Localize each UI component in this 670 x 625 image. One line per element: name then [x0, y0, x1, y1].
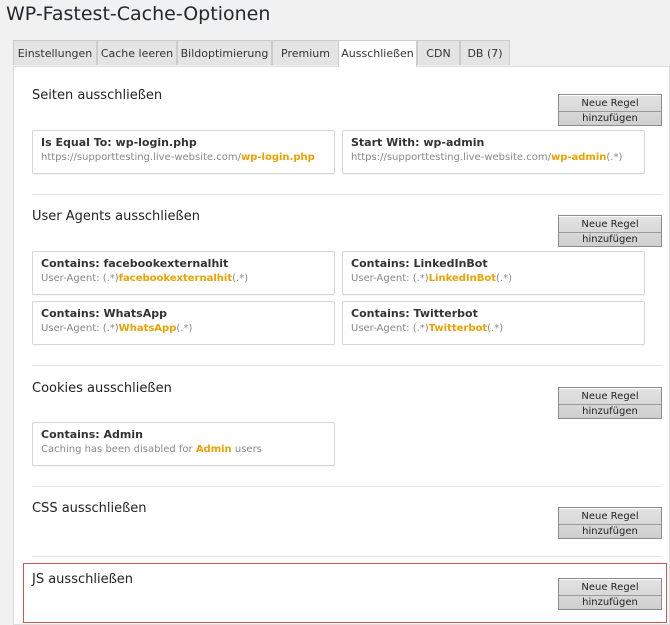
rule-detail: Caching has been disabled for Admin user… — [41, 444, 262, 455]
user-agent-rule-card[interactable]: Contains: facebookexternalhit User-Agent… — [32, 251, 335, 295]
button-label-line1: Neue Regel — [581, 219, 639, 230]
button-label-line2: hinzufügen — [559, 404, 661, 419]
button-label-line1: Neue Regel — [581, 511, 639, 522]
button-label-line1: Neue Regel — [581, 582, 639, 593]
cookie-rule-card[interactable]: Contains: Admin Caching has been disable… — [32, 422, 335, 466]
add-cookie-rule-button[interactable]: Neue Regel hinzufügen — [558, 387, 662, 419]
tab-db[interactable]: DB (7) — [460, 40, 510, 65]
rule-title: Contains: WhatsApp — [41, 307, 167, 320]
section-title-user-agents: User Agents ausschließen — [32, 209, 200, 224]
add-js-rule-button[interactable]: Neue Regel hinzufügen — [558, 578, 662, 610]
button-label-line2: hinzufügen — [559, 524, 661, 539]
button-label-line2: hinzufügen — [559, 232, 661, 247]
rule-title: Contains: Twitterbot — [351, 307, 478, 320]
tab-premium[interactable]: Premium — [272, 40, 339, 65]
page-rule-card[interactable]: Is Equal To: wp-login.php https://suppor… — [32, 130, 335, 174]
rule-title: Contains: facebookexternalhit — [41, 257, 229, 270]
section-title-js: JS ausschließen — [32, 572, 134, 587]
tab-exclude[interactable]: Ausschließen — [338, 40, 417, 67]
section-divider — [32, 556, 662, 557]
rule-detail: https://supporttesting.live-website.com/… — [351, 152, 623, 163]
tab-settings[interactable]: Einstellungen — [13, 40, 97, 65]
rule-title: Contains: LinkedInBot — [351, 257, 488, 270]
section-title-pages: Seiten ausschließen — [32, 88, 163, 103]
rule-title: Contains: Admin — [41, 428, 143, 441]
section-title-css: CSS ausschließen — [32, 501, 147, 516]
button-label-line2: hinzufügen — [559, 595, 661, 610]
add-page-rule-button[interactable]: Neue Regel hinzufügen — [558, 94, 662, 126]
tab-clear-cache[interactable]: Cache leeren — [97, 40, 177, 65]
section-divider — [32, 365, 662, 366]
section-divider — [32, 486, 662, 487]
button-label-line1: Neue Regel — [581, 98, 639, 109]
rule-detail: User-Agent: (.*)WhatsApp(.*) — [41, 323, 193, 334]
page-rule-card[interactable]: Start With: wp-admin https://supporttest… — [342, 130, 645, 174]
button-label-line2: hinzufügen — [559, 111, 661, 126]
rule-detail: User-Agent: (.*)facebookexternalhit(.*) — [41, 273, 249, 284]
rule-title: Is Equal To: wp-login.php — [41, 136, 197, 149]
tab-cdn[interactable]: CDN — [417, 40, 460, 65]
rule-detail: https://supporttesting.live-website.com/… — [41, 152, 315, 163]
rule-detail: User-Agent: (.*)LinkedInBot(.*) — [351, 273, 513, 284]
page-title: WP-Fastest-Cache-Optionen — [6, 3, 271, 25]
user-agent-rule-card[interactable]: Contains: WhatsApp User-Agent: (.*)Whats… — [32, 301, 335, 345]
rule-title: Start With: wp-admin — [351, 136, 485, 149]
add-user-agent-rule-button[interactable]: Neue Regel hinzufügen — [558, 215, 662, 247]
add-css-rule-button[interactable]: Neue Regel hinzufügen — [558, 507, 662, 539]
rule-detail: User-Agent: (.*)Twitterbot(.*) — [351, 323, 504, 334]
section-divider — [32, 194, 662, 195]
tab-image-optimization[interactable]: Bildoptimierung — [177, 40, 272, 65]
section-title-cookies: Cookies ausschließen — [32, 381, 172, 396]
user-agent-rule-card[interactable]: Contains: LinkedInBot User-Agent: (.*)Li… — [342, 251, 645, 295]
user-agent-rule-card[interactable]: Contains: Twitterbot User-Agent: (.*)Twi… — [342, 301, 645, 345]
button-label-line1: Neue Regel — [581, 391, 639, 402]
